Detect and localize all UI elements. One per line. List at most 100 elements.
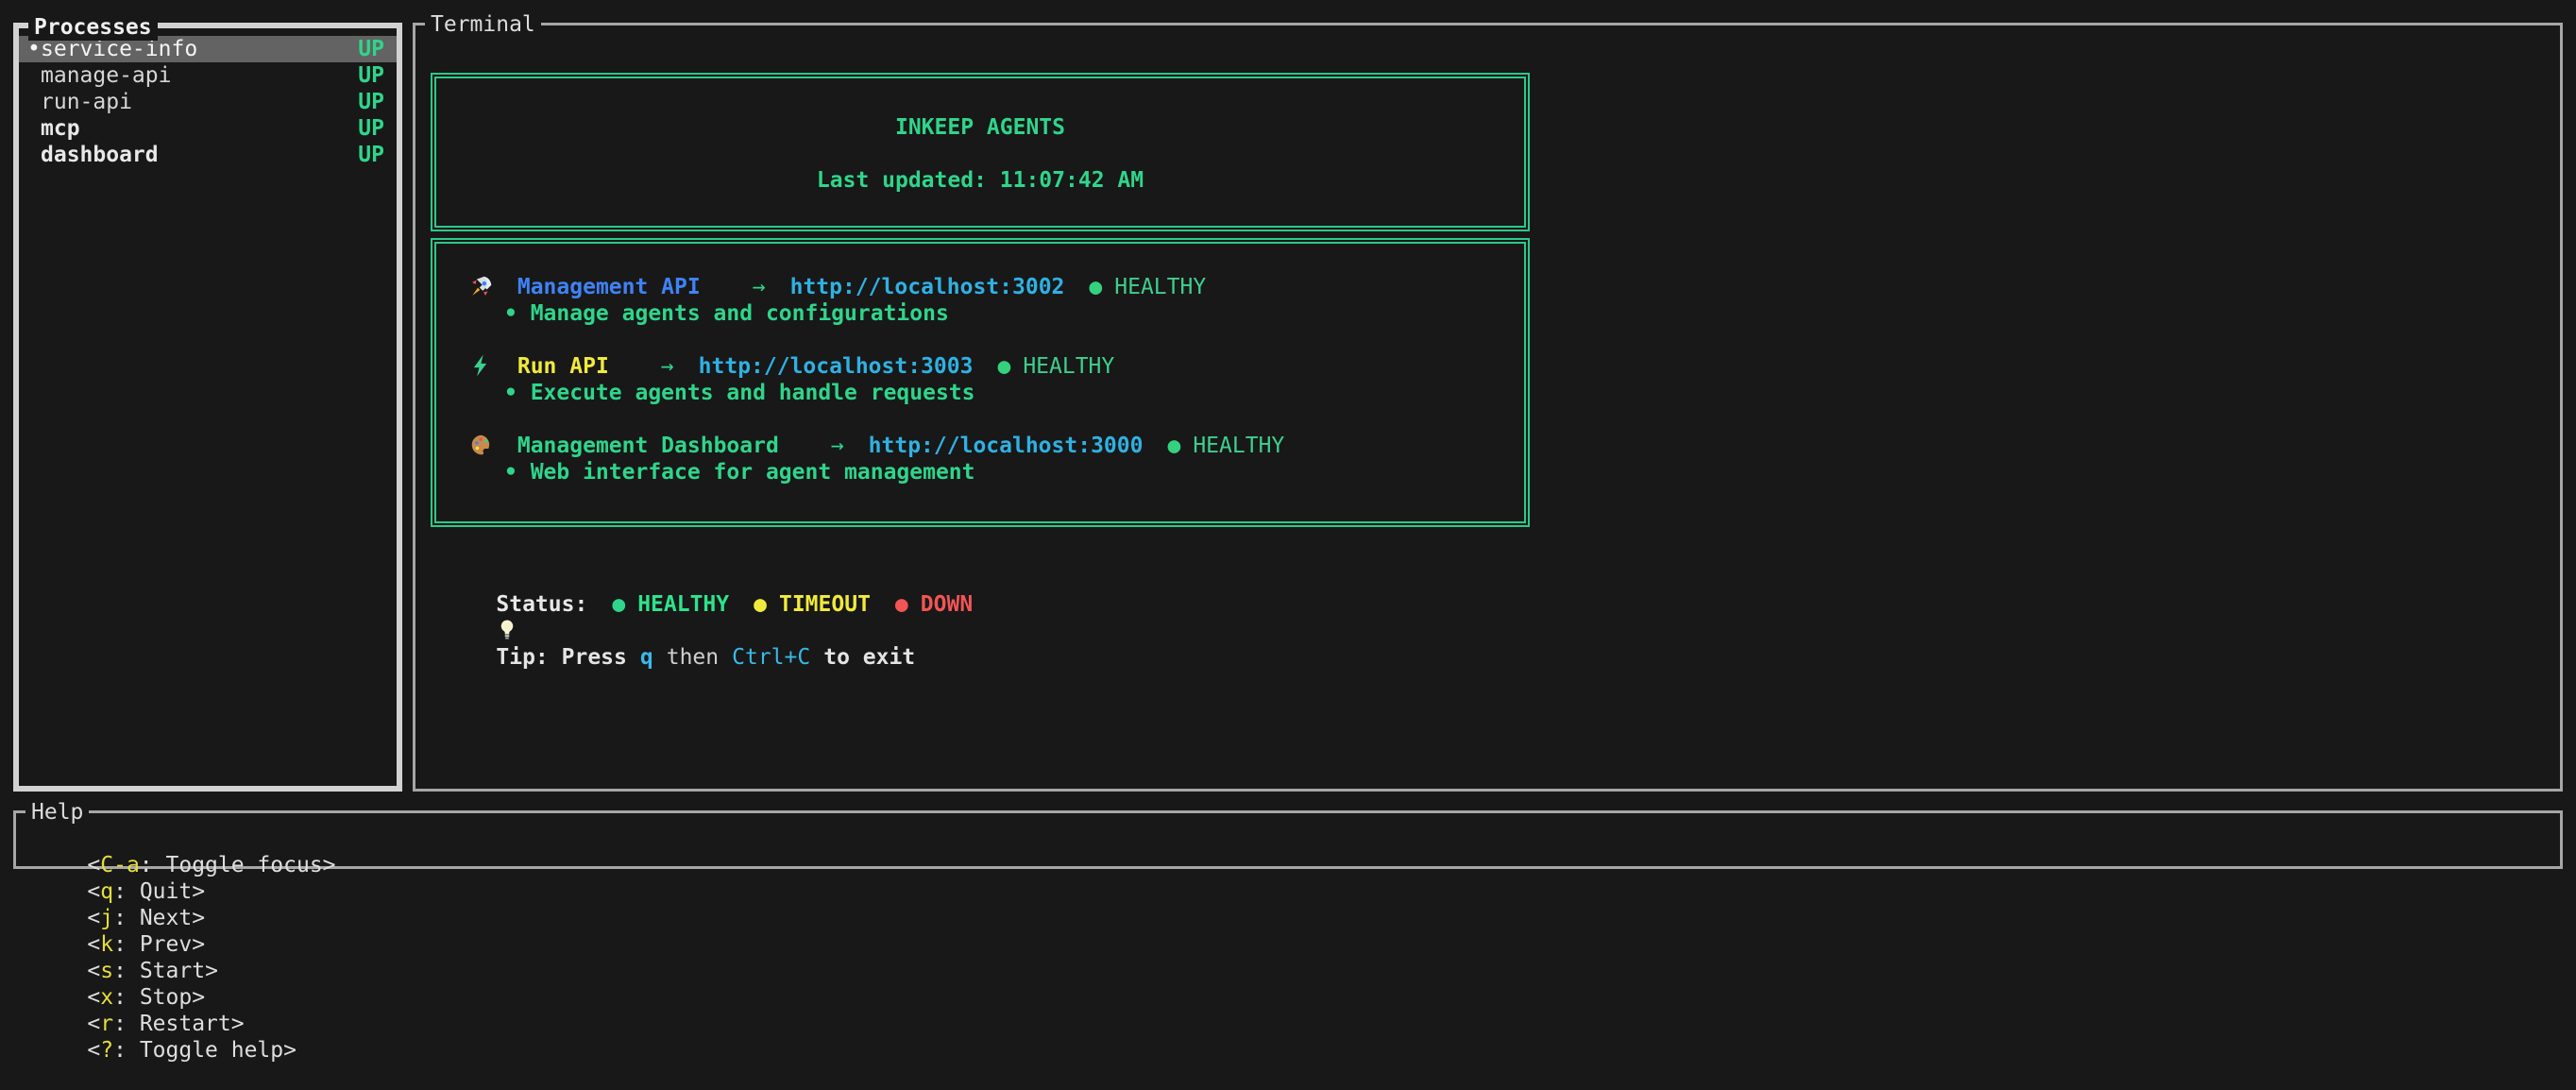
separator: :	[113, 985, 140, 1010]
shortcut-key: k	[100, 932, 113, 957]
tip-prefix: Tip: Press	[496, 645, 626, 670]
service-description: • Manage agents and configurations	[436, 300, 1524, 327]
shortcut-desc: Toggle focus	[166, 853, 323, 877]
service-url: http://localhost:3002	[790, 275, 1065, 299]
separator: :	[113, 1038, 140, 1063]
bracket: <	[87, 985, 100, 1010]
palette-icon	[468, 433, 495, 457]
status-legend: Status:●HEALTHY●TIMEOUT●DOWN	[444, 565, 973, 591]
terminal-panel-title: Terminal	[425, 11, 541, 38]
lightbulb-icon	[496, 618, 518, 642]
bracket: <	[87, 1012, 100, 1036]
shortcut-desc: Next	[140, 906, 192, 930]
bracket: >	[231, 1012, 245, 1036]
process-status-badge: UP	[358, 62, 384, 89]
service-row-management-api: Management API → http://localhost:3002 ● HEA…	[436, 274, 1524, 327]
bracket: >	[192, 906, 205, 930]
process-status-badge: UP	[358, 36, 384, 62]
separator: :	[113, 879, 140, 904]
health-dot-icon: ●	[997, 354, 1010, 379]
rocket-icon	[468, 274, 495, 298]
help-item-restart: <r: Restart>	[87, 1012, 244, 1036]
tip-middle: then	[667, 645, 719, 670]
legend-label: DOWN	[921, 592, 973, 617]
header-box: INKEEP AGENTS Last updated: 11:07:42 AM	[431, 73, 1530, 231]
service-row-run-api: Run API → http://localhost:3003 ● HEALTHY • …	[436, 353, 1524, 406]
help-panel: Help <C-a: Toggle focus> <q: Quit> <j: N…	[13, 810, 2563, 869]
help-item-stop: <x: Stop>	[87, 985, 205, 1010]
service-row-management-dashboard: Management Dashboard→http://localhost:30…	[436, 433, 1524, 485]
service-description: • Execute agents and handle requests	[436, 380, 1524, 406]
arrow-icon: →	[661, 354, 674, 379]
process-row-mcp[interactable]: mcp UP	[19, 115, 397, 142]
arrow-icon: →	[831, 434, 844, 458]
shortcut-key: C-a	[100, 853, 140, 877]
service-name: Management Dashboard	[517, 434, 779, 458]
shortcut-key: j	[100, 906, 113, 930]
shortcut-desc: Prev	[140, 932, 192, 957]
tip-line: Tip: PressqthenCtrl+Cto exit	[444, 591, 915, 618]
health-dot-icon: ●	[1167, 434, 1180, 458]
shortcut-key: q	[100, 879, 113, 904]
bracket: >	[323, 853, 336, 877]
bracket: >	[192, 985, 205, 1010]
process-status-badge: UP	[358, 115, 384, 142]
health-label: HEALTHY	[1114, 275, 1206, 299]
process-name: dashboard	[41, 142, 358, 168]
help-item-toggle-help: <?: Toggle help>	[87, 1038, 297, 1063]
service-url: http://localhost:3003	[699, 354, 974, 379]
separator: :	[113, 959, 140, 983]
process-status-badge: UP	[358, 89, 384, 115]
tip-suffix: to exit	[823, 645, 915, 670]
terminal-panel[interactable]: Terminal INKEEP AGENTS Last updated: 11:…	[413, 23, 2563, 792]
health-dot-icon: ●	[1089, 275, 1102, 299]
service-name: Run API	[517, 354, 609, 379]
tip-key: q	[640, 645, 653, 670]
bracket: <	[87, 853, 100, 877]
process-name: mcp	[41, 115, 358, 142]
process-status-badge: UP	[358, 142, 384, 168]
bracket: <	[87, 879, 100, 904]
shortcut-desc: Quit	[140, 879, 192, 904]
arrow-icon: →	[753, 275, 766, 299]
shortcut-desc: Restart	[140, 1012, 231, 1036]
bracket: >	[192, 932, 205, 957]
lightning-icon	[468, 353, 495, 378]
process-row-manage-api[interactable]: manage-api UP	[19, 62, 397, 89]
bracket: <	[87, 932, 100, 957]
shortcut-desc: Stop	[140, 985, 192, 1010]
help-item-next: <j: Next>	[87, 906, 205, 930]
shortcut-key: r	[100, 1012, 113, 1036]
help-item-start: <s: Start>	[87, 959, 218, 983]
process-name: run-api	[41, 89, 358, 115]
separator: :	[113, 932, 140, 957]
separator: :	[113, 1012, 140, 1036]
health-label: HEALTHY	[1023, 354, 1114, 379]
process-list: • service-info UP manage-api UP run-api …	[19, 28, 397, 168]
health-label: HEALTHY	[1193, 434, 1284, 458]
bracket: >	[192, 879, 205, 904]
separator: :	[113, 906, 140, 930]
processes-panel-title: Processes	[28, 14, 158, 41]
help-panel-title: Help	[25, 799, 89, 826]
service-description: • Web interface for agent management	[436, 459, 1524, 485]
process-row-dashboard[interactable]: dashboard UP	[19, 142, 397, 168]
bracket: >	[283, 1038, 297, 1063]
shortcut-desc: Toggle help	[140, 1038, 283, 1063]
service-name: Management API	[517, 275, 701, 299]
services-box: Management API → http://localhost:3002 ● HEA…	[431, 238, 1530, 527]
help-item-toggle-focus: <C-a: Toggle focus>	[87, 853, 335, 877]
bracket: <	[87, 1038, 100, 1063]
help-item-prev: <k: Prev>	[87, 932, 205, 957]
shortcut-key: x	[100, 985, 113, 1010]
process-name: manage-api	[41, 62, 358, 89]
processes-panel[interactable]: Processes • service-info UP manage-api U…	[13, 23, 402, 792]
app-title: INKEEP AGENTS	[436, 114, 1524, 141]
last-updated-text: Last updated: 11:07:42 AM	[436, 167, 1524, 194]
bracket: <	[87, 959, 100, 983]
tip-combo: Ctrl+C	[732, 645, 810, 670]
shortcut-desc: Start	[140, 959, 205, 983]
process-row-run-api[interactable]: run-api UP	[19, 89, 397, 115]
shortcut-key: ?	[100, 1038, 113, 1063]
shortcut-key: s	[100, 959, 113, 983]
